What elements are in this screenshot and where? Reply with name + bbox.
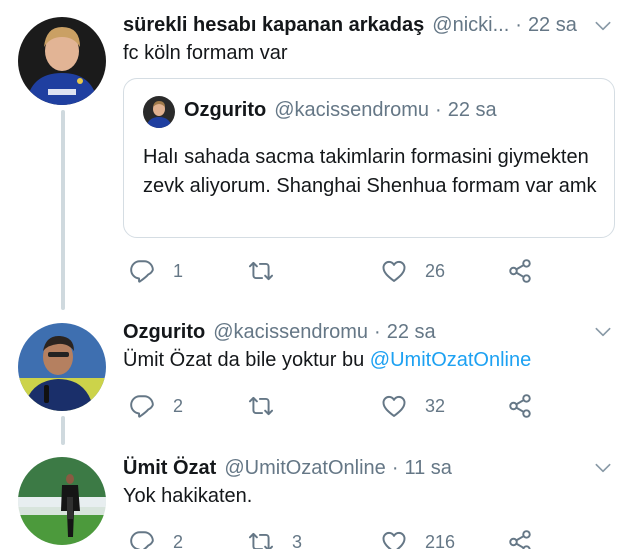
tweet-text: Ümit Özat da bile yoktur bu @UmitOzatOnl…	[123, 347, 531, 373]
like-button[interactable]: 216	[381, 527, 455, 549]
chevron-down-icon[interactable]	[593, 16, 613, 36]
share-icon	[507, 393, 533, 419]
author-handle[interactable]: @kacissendromu	[213, 321, 368, 344]
tweet-actions: 2 32	[123, 391, 543, 421]
heart-icon	[381, 529, 407, 549]
retweet-icon	[248, 529, 274, 549]
reply-count: 2	[173, 395, 184, 416]
quoted-header: Ozgurito @kacissendromu · 22 sa	[184, 99, 497, 122]
thread-line	[61, 110, 65, 310]
thread-view: sürekli hesabı kapanan arkadaş @nicki...…	[0, 0, 635, 549]
quoted-timestamp: 22 sa	[447, 99, 497, 121]
tweet-header: Ümit Özat @UmitOzatOnline · 11 sa	[123, 453, 587, 483]
reply-icon	[129, 529, 155, 549]
like-count: 26	[425, 260, 446, 281]
like-button[interactable]: 26	[381, 256, 445, 286]
tweet-header: sürekli hesabı kapanan arkadaş @nicki...…	[123, 10, 587, 40]
reply-icon	[129, 393, 155, 419]
author-name[interactable]: sürekli hesabı kapanan arkadaş	[123, 14, 424, 37]
separator: ·	[515, 13, 522, 36]
timestamp[interactable]: 22 sa	[528, 14, 577, 37]
chevron-down-icon[interactable]	[593, 322, 613, 342]
reply-icon	[129, 258, 155, 284]
timestamp[interactable]: 22 sa	[387, 321, 436, 344]
author-handle[interactable]: @nicki...	[432, 14, 509, 37]
share-button[interactable]	[507, 256, 533, 286]
retweet-button[interactable]: 3	[248, 527, 302, 549]
tweet-3[interactable]: Ümit Özat @UmitOzatOnline · 11 sa Yok ha…	[0, 445, 635, 549]
reply-button[interactable]: 2	[129, 527, 183, 549]
mention-link[interactable]: @UmitOzatOnline	[370, 349, 531, 371]
tweet-text-content: Ümit Özat da bile yoktur bu	[123, 349, 370, 371]
share-button[interactable]	[507, 391, 533, 421]
retweet-icon	[248, 258, 274, 284]
thread-line	[61, 416, 65, 445]
tweet-2[interactable]: Ozgurito @kacissendromu · 22 sa Ümit Öza…	[0, 310, 635, 445]
separator: ·	[374, 320, 381, 343]
tweet-actions: 1 26	[123, 256, 543, 286]
reply-button[interactable]: 1	[129, 256, 183, 286]
share-button[interactable]	[507, 527, 533, 549]
like-button[interactable]: 32	[381, 391, 445, 421]
heart-icon	[381, 258, 407, 284]
tweet-text: Yok hakikaten.	[123, 485, 253, 507]
reply-count: 2	[173, 531, 184, 549]
avatar[interactable]	[18, 17, 106, 105]
share-icon	[507, 258, 533, 284]
retweet-button[interactable]	[248, 256, 292, 286]
like-count: 216	[425, 531, 456, 549]
quoted-avatar	[143, 96, 175, 128]
retweet-button[interactable]	[248, 391, 292, 421]
timestamp[interactable]: 11 sa	[404, 457, 451, 480]
tweet-header: Ozgurito @kacissendromu · 22 sa	[123, 317, 587, 347]
like-count: 32	[425, 395, 446, 416]
reply-count: 1	[173, 260, 184, 281]
author-name[interactable]: Ozgurito	[123, 321, 205, 344]
tweet-text: fc köln formam var	[123, 42, 288, 64]
tweet-1[interactable]: sürekli hesabı kapanan arkadaş @nicki...…	[0, 0, 635, 310]
heart-icon	[381, 393, 407, 419]
separator: ·	[391, 456, 399, 479]
retweet-icon	[248, 393, 274, 419]
separator: ·	[435, 99, 442, 121]
chevron-down-icon[interactable]	[593, 458, 613, 478]
avatar[interactable]	[18, 457, 106, 545]
tweet-actions: 2 3 216	[123, 527, 543, 549]
author-handle[interactable]: @UmitOzatOnline	[224, 457, 385, 480]
quoted-author-handle: @kacissendromu	[274, 99, 430, 121]
quoted-author-name: Ozgurito	[184, 99, 267, 121]
quoted-text: Halı sahada sacma takimlarin formasini g…	[143, 146, 597, 197]
author-name[interactable]: Ümit Özat	[123, 457, 216, 480]
quoted-tweet[interactable]: Ozgurito @kacissendromu · 22 sa Halı sah…	[123, 78, 615, 238]
reply-button[interactable]: 2	[129, 391, 183, 421]
avatar[interactable]	[18, 323, 106, 411]
retweet-count: 3	[292, 531, 303, 549]
share-icon	[507, 529, 533, 549]
